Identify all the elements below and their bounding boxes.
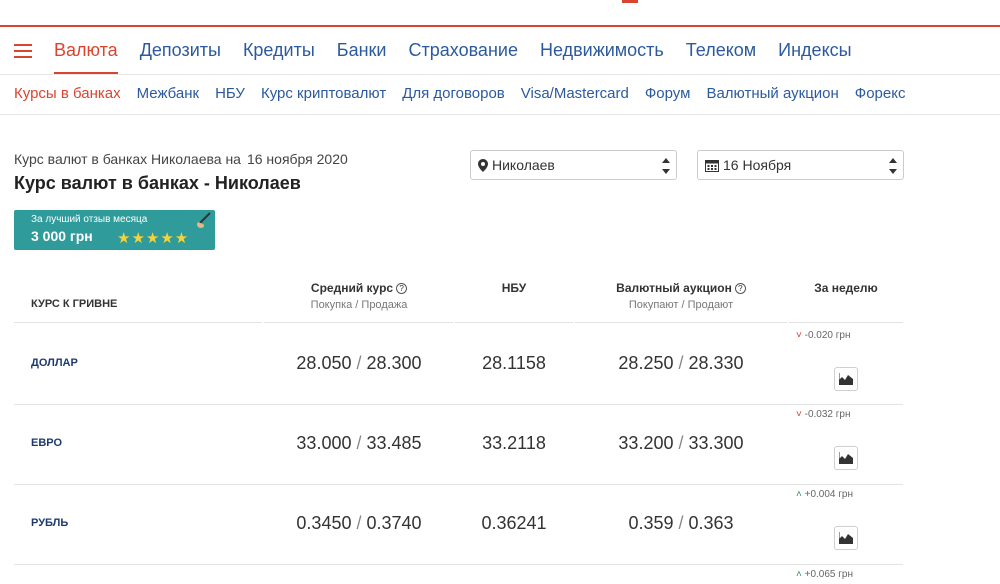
row-divider: [14, 404, 903, 405]
nav-banks[interactable]: Банки: [337, 40, 387, 61]
arrow-down-icon: ˅: [796, 330, 802, 341]
divider: [575, 322, 787, 323]
divider: [14, 322, 262, 323]
promo-amount: 3 000 грн: [31, 228, 93, 244]
week-delta-next: ˄ +0.065 грн: [796, 569, 853, 580]
subnav-forum[interactable]: Форум: [645, 85, 691, 102]
city-select-value: Николаев: [492, 157, 555, 173]
subnav-visa-mastercard[interactable]: Visa/Mastercard: [521, 85, 629, 102]
row-currency-rub[interactable]: РУБЛЬ: [31, 517, 68, 529]
promo-line1: За лучший отзыв месяца: [31, 214, 148, 225]
col-week-header: За неделю: [814, 281, 878, 295]
nav-indexes[interactable]: Индексы: [778, 40, 851, 61]
nbu-rate-usd: 28.1158: [482, 353, 546, 373]
nav-insurance[interactable]: Страхование: [409, 40, 518, 61]
nav-currency[interactable]: Валюта: [54, 40, 118, 74]
subnav-auction[interactable]: Валютный аукцион: [706, 85, 838, 102]
page-title: Курс валют в банках - Николаев: [14, 173, 301, 193]
auction-rate-rub: 0.359 / 0.363: [628, 513, 734, 533]
select-arrows-icon: [662, 158, 670, 174]
help-icon[interactable]: ?: [396, 283, 408, 294]
page-subtitle: Курс валют в банках Николаева на 16 ноябр…: [14, 151, 348, 167]
menu-icon[interactable]: [14, 44, 32, 58]
subnav-forex[interactable]: Форекс: [855, 85, 906, 102]
help-icon[interactable]: ?: [734, 283, 746, 294]
select-arrows-icon: [889, 158, 897, 174]
writing-hand-icon: [197, 212, 211, 228]
subnav-crypto[interactable]: Курс криптовалют: [261, 85, 386, 102]
col-currency-header: КУРС К ГРИВНЕ: [31, 298, 118, 310]
week-delta-rub: ˄ +0.004 грн: [796, 489, 853, 500]
row-currency-eur[interactable]: ЕВРО: [31, 437, 62, 449]
subnav-interbank[interactable]: Межбанк: [137, 85, 199, 102]
avg-rate-rub: 0.3450 / 0.3740: [296, 513, 422, 533]
area-chart-icon: [839, 373, 853, 385]
row-divider: [14, 564, 903, 565]
logo-fragment: [622, 0, 638, 3]
nav-realty[interactable]: Недвижимость: [540, 40, 664, 61]
main-nav: Валюта Депозиты Кредиты Банки Страховани…: [0, 27, 1000, 75]
divider: [455, 322, 573, 323]
date-select-value: 16 Ноября: [723, 157, 792, 173]
city-select[interactable]: Николаев: [470, 150, 677, 180]
nav-deposits[interactable]: Депозиты: [140, 40, 221, 61]
arrow-down-icon: ˅: [796, 409, 802, 420]
subtitle-text: Курс валют в банках Николаева на: [14, 151, 241, 167]
chart-button-usd[interactable]: [834, 367, 858, 391]
subnav-contracts[interactable]: Для договоров: [402, 85, 505, 102]
week-delta-eur: ˅ -0.032 грн: [796, 409, 851, 420]
auction-rate-usd: 28.250 / 28.330: [618, 353, 744, 373]
location-pin-icon: [478, 158, 488, 172]
star-rating-icon: ★★★★★: [117, 230, 190, 247]
row-divider: [14, 484, 903, 485]
subnav-bank-rates[interactable]: Курсы в банках: [14, 85, 121, 102]
subnav-nbu[interactable]: НБУ: [215, 85, 245, 102]
promo-badge[interactable]: За лучший отзыв месяца 3 000 грн ★★★★★: [14, 210, 215, 250]
area-chart-icon: [839, 532, 853, 544]
sub-nav: Курсы в банках Межбанк НБУ Курс криптова…: [0, 75, 1000, 115]
nbu-rate-eur: 33.2118: [482, 433, 546, 453]
nbu-rate-rub: 0.36241: [481, 513, 547, 533]
auction-rate-eur: 33.200 / 33.300: [618, 433, 744, 453]
nav-telecom[interactable]: Телеком: [686, 40, 756, 61]
nav-credits[interactable]: Кредиты: [243, 40, 315, 61]
col-nbu-header: НБУ: [501, 281, 527, 295]
chart-button-eur[interactable]: [834, 446, 858, 470]
chart-button-rub[interactable]: [834, 526, 858, 550]
date-select[interactable]: 16 Ноября: [697, 150, 904, 180]
avg-rate-eur: 33.000 / 33.485: [296, 433, 422, 453]
arrow-up-icon: ˄: [796, 569, 802, 580]
divider: [789, 322, 903, 323]
subtitle-date: 16 ноября 2020: [246, 151, 348, 167]
calendar-icon: [705, 159, 719, 172]
divider: [264, 322, 453, 323]
col-auction-header: Валютный аукцион? Покупают / Продают: [575, 281, 787, 311]
col-avg-header: Средний курс? Покупка / Продажа: [310, 281, 408, 311]
arrow-up-icon: ˄: [796, 489, 802, 500]
row-currency-usd[interactable]: ДОЛЛАР: [31, 357, 78, 369]
avg-rate-usd: 28.050 / 28.300: [296, 353, 422, 373]
area-chart-icon: [839, 452, 853, 464]
week-delta-usd: ˅ -0.020 грн: [796, 330, 851, 341]
